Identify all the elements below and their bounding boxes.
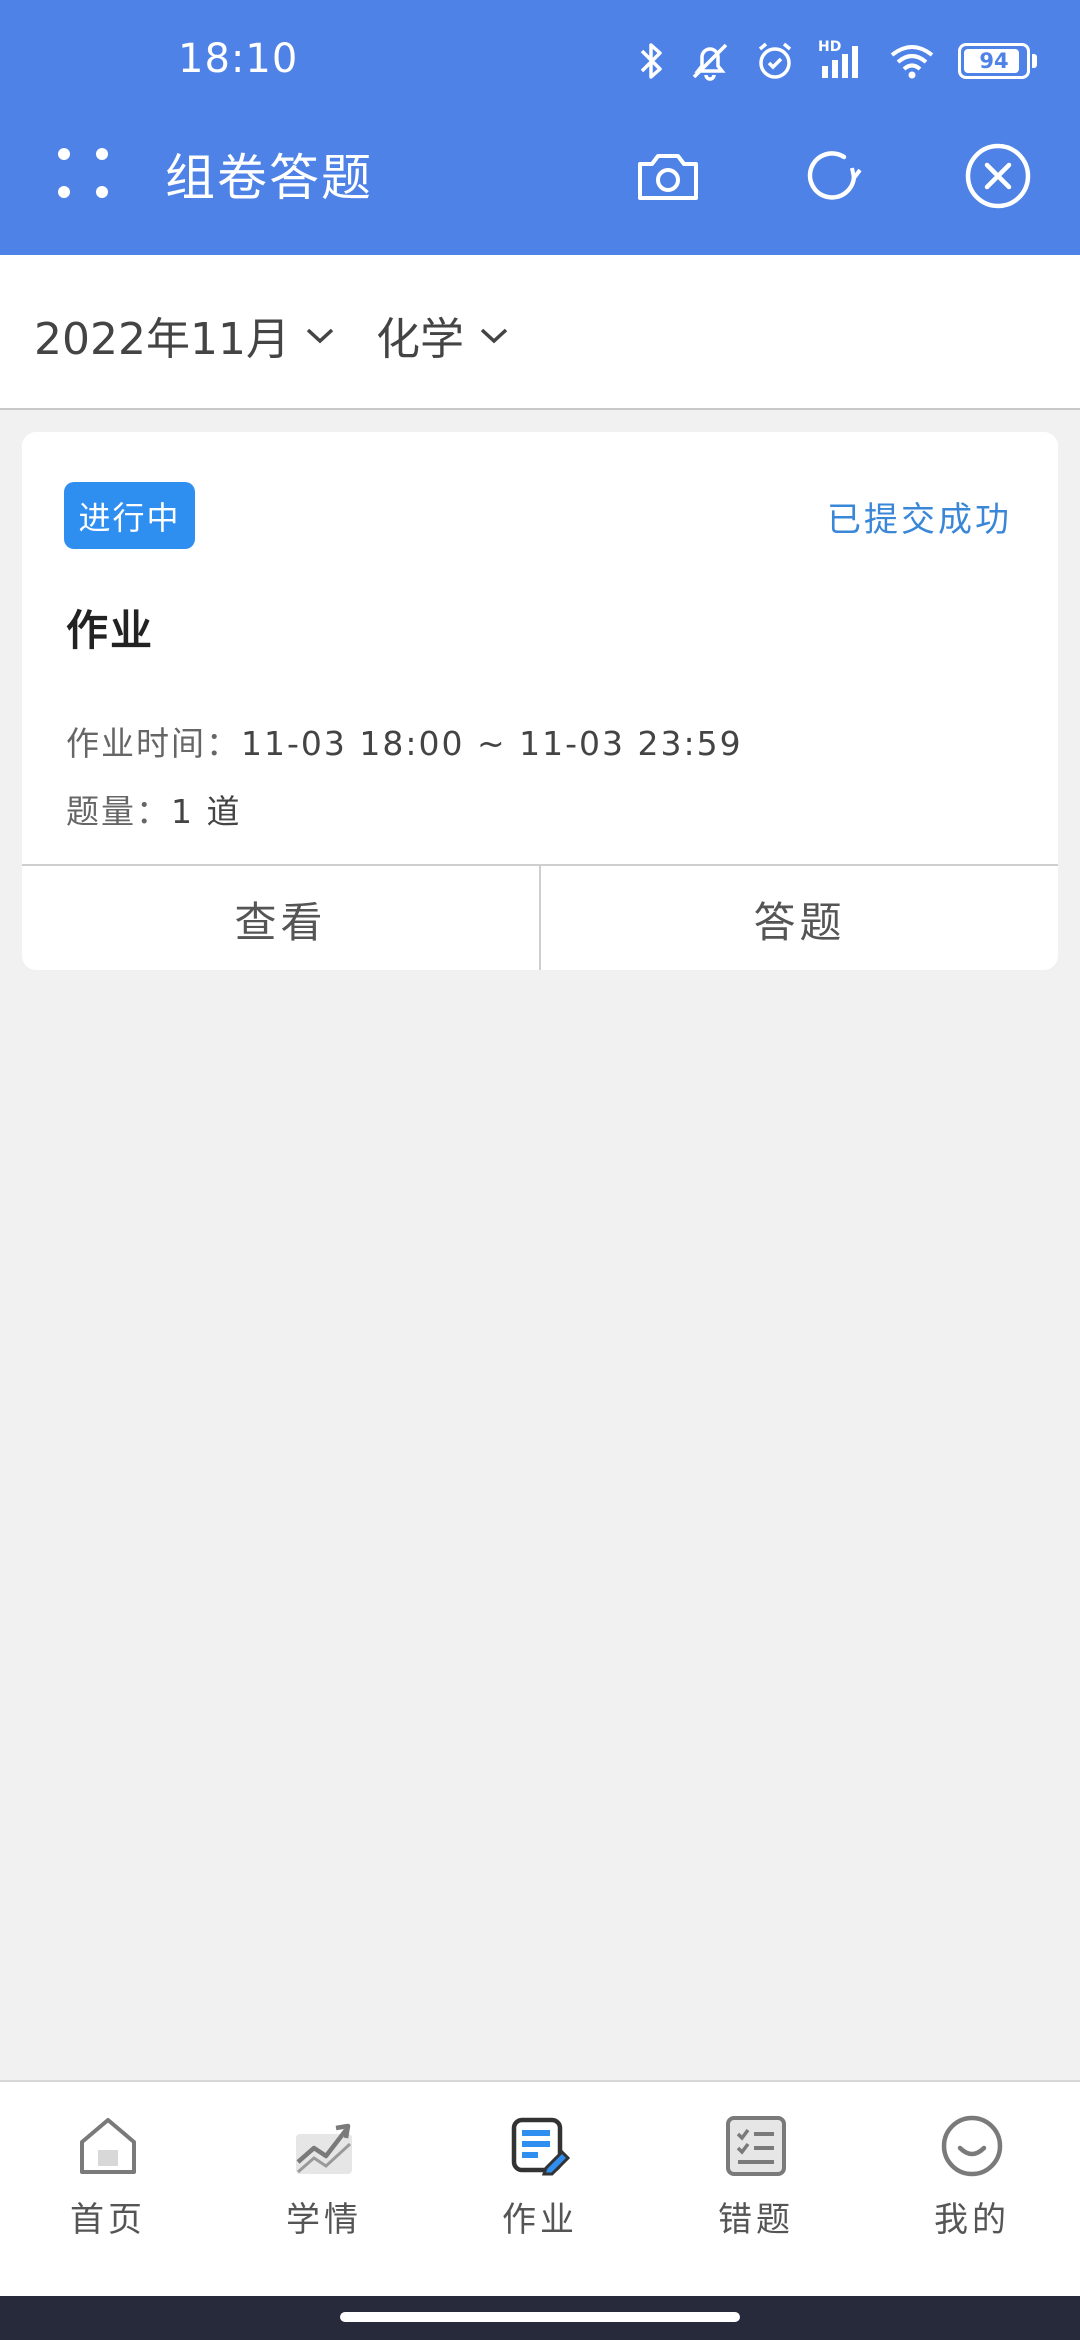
time-label: 作业时间： [66, 724, 241, 763]
bluetooth-icon [640, 43, 662, 79]
mute-icon [692, 43, 728, 81]
nav-label: 首页 [70, 2200, 146, 2240]
smiley-icon [941, 2115, 1003, 2177]
homework-edit-icon [511, 2117, 571, 2176]
home-icon [80, 2118, 136, 2174]
close-circle-icon[interactable] [962, 140, 1034, 212]
assignment-card: 进行中 已提交成功 作业 作业时间：11-03 18:00 ~ 11-03 23… [22, 432, 1058, 970]
refresh-icon[interactable] [796, 140, 868, 212]
nav-item-homework[interactable]: 作业 [432, 2082, 648, 2298]
bottom-nav: 首页 学情 作业 错题 我的 [0, 2080, 1080, 2298]
chevron-down-icon [306, 328, 334, 344]
system-nav-bar [0, 2296, 1080, 2340]
assignment-time: 作业时间：11-03 18:00 ~ 11-03 23:59 [66, 717, 743, 765]
alarm-icon [758, 42, 792, 79]
checklist-icon [726, 2116, 786, 2176]
nav-item-home[interactable]: 首页 [0, 2082, 216, 2298]
battery-icon: 94 [958, 43, 1037, 79]
nav-label: 我的 [934, 2200, 1010, 2240]
trend-chart-icon [296, 2123, 352, 2174]
assignment-title: 作业 [66, 606, 155, 655]
home-indicator[interactable] [340, 2312, 740, 2322]
question-count: 题量：1 道 [66, 785, 242, 833]
nav-label: 学情 [286, 2200, 362, 2240]
chevron-down-icon [480, 328, 508, 344]
camera-icon[interactable] [632, 140, 704, 212]
wifi-icon [890, 45, 934, 79]
nav-label: 错题 [718, 2200, 794, 2240]
nav-label: 作业 [502, 2200, 578, 2240]
nav-item-mistakes[interactable]: 错题 [648, 2082, 864, 2298]
answer-button[interactable]: 答题 [541, 866, 1058, 970]
count-label: 题量： [66, 792, 171, 831]
app-header: 18:10 HD 94 组卷答题 [0, 0, 1080, 255]
date-filter-label: 2022年11月 [34, 314, 290, 365]
status-time: 18:10 [178, 36, 299, 82]
subject-filter-label: 化学 [376, 314, 464, 365]
nav-item-learning[interactable]: 学情 [216, 2082, 432, 2298]
submit-status: 已提交成功 [827, 500, 1012, 540]
menu-dots-icon[interactable] [50, 140, 116, 206]
count-value: 1 道 [171, 792, 242, 831]
date-filter[interactable]: 2022年11月 [34, 303, 336, 367]
status-icons: HD 94 [638, 36, 1037, 86]
time-value: 11-03 18:00 ~ 11-03 23:59 [241, 724, 743, 763]
view-button[interactable]: 查看 [22, 866, 541, 970]
signal-icon: HD [818, 40, 866, 82]
status-badge: 进行中 [64, 482, 195, 549]
subject-filter[interactable]: 化学 [376, 303, 510, 367]
battery-level: 94 [979, 49, 1009, 73]
card-actions: 查看 答题 [22, 864, 1058, 970]
filter-bar: 2022年11月 化学 [0, 255, 1080, 410]
nav-item-profile[interactable]: 我的 [864, 2082, 1080, 2298]
page-title: 组卷答题 [165, 149, 373, 207]
